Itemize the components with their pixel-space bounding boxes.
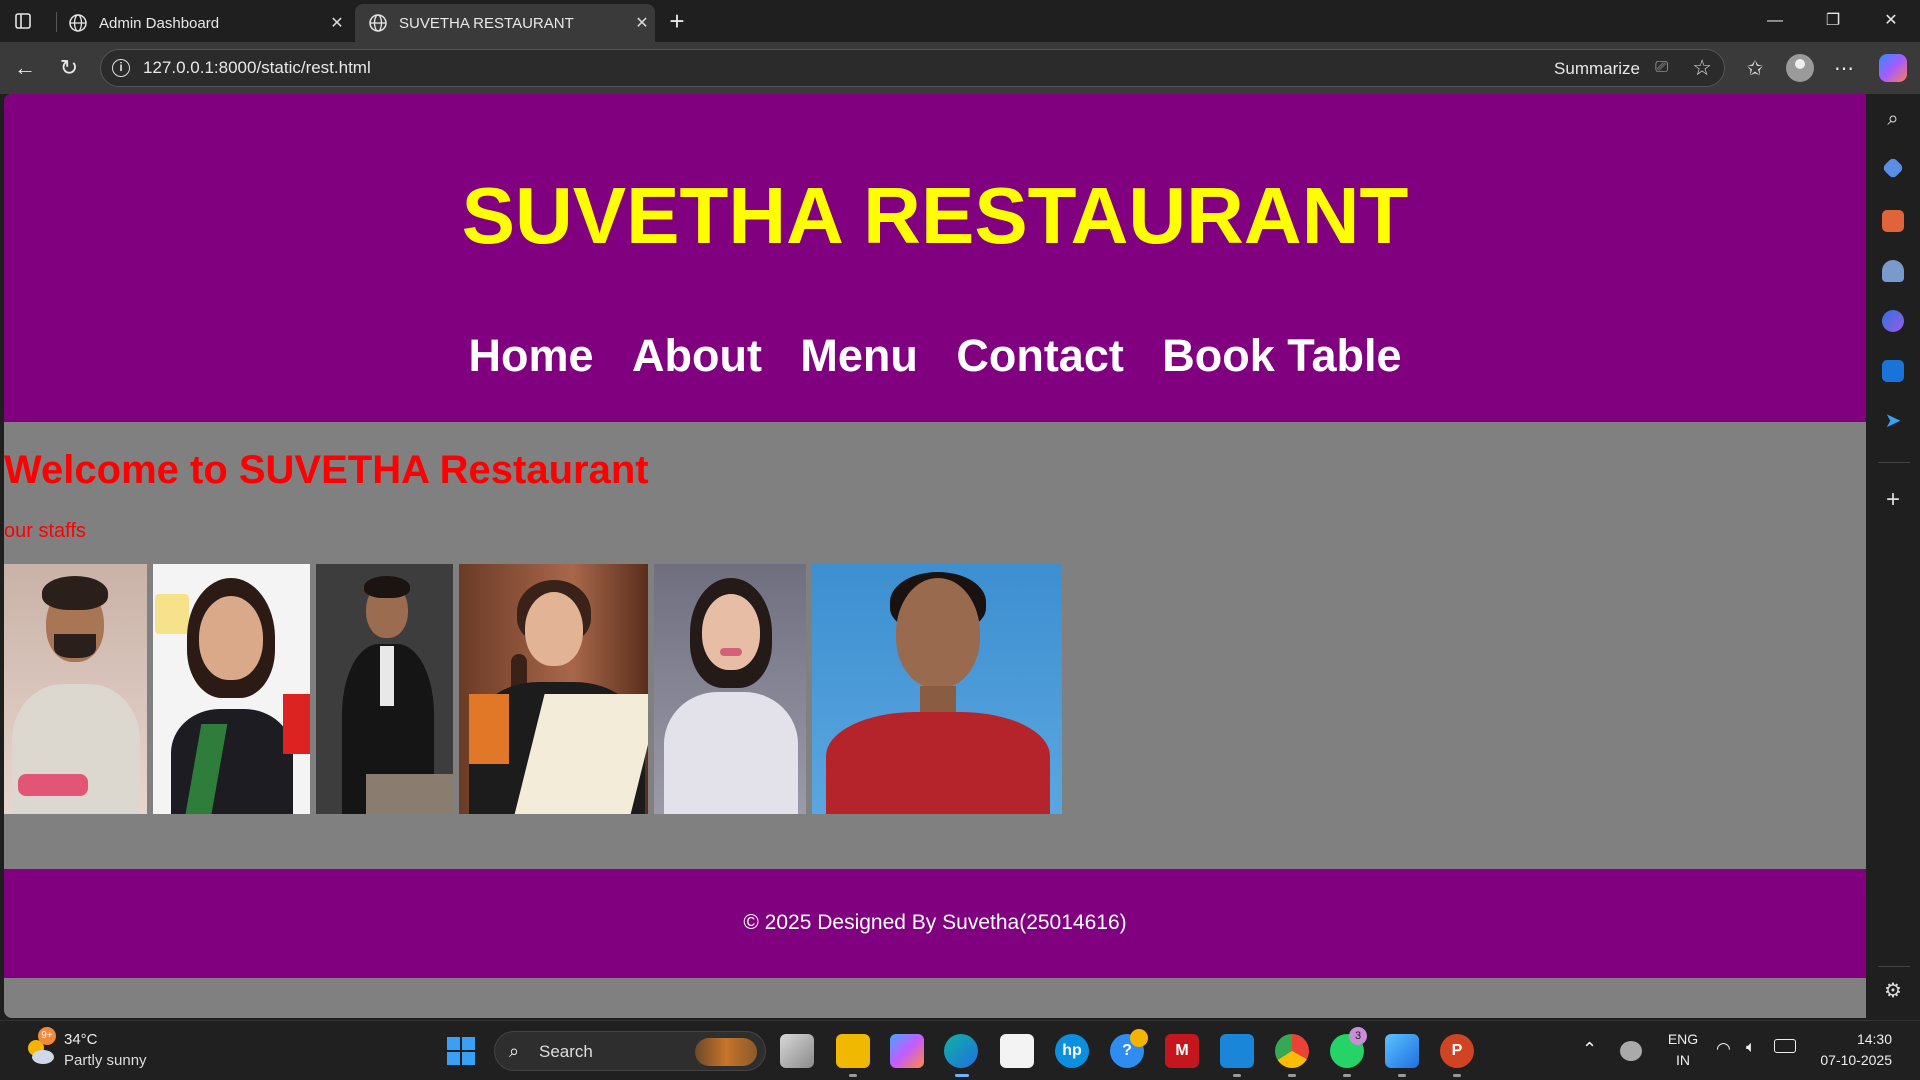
minimize-icon[interactable]: — bbox=[1752, 6, 1798, 36]
search-icon[interactable]: ⌕ bbox=[1882, 108, 1904, 130]
windows-start-icon[interactable] bbox=[447, 1037, 475, 1065]
footer-copyright: © 2025 Designed By Suvetha(25014616) bbox=[743, 911, 1127, 934]
staff-photo bbox=[812, 564, 1062, 814]
weather-description[interactable]: Partly sunny bbox=[64, 1052, 147, 1069]
chrome-icon[interactable] bbox=[1275, 1034, 1309, 1068]
sidebar-divider bbox=[1878, 966, 1910, 967]
tools-briefcase-icon[interactable] bbox=[1882, 210, 1904, 232]
weather-badge: 9+ bbox=[38, 1027, 56, 1045]
staff-photo bbox=[654, 564, 806, 814]
nav-book-table[interactable]: Book Table bbox=[1162, 330, 1401, 381]
taskbar-search[interactable]: ⌕ Search bbox=[494, 1031, 766, 1071]
profile-avatar[interactable] bbox=[1786, 54, 1814, 82]
running-indicator bbox=[1398, 1074, 1406, 1077]
nav-home[interactable]: Home bbox=[469, 330, 594, 381]
favorites-icon[interactable]: ✩ bbox=[1740, 54, 1770, 84]
back-icon[interactable]: ← bbox=[10, 53, 40, 83]
photos-icon[interactable] bbox=[1385, 1034, 1419, 1068]
running-indicator bbox=[849, 1074, 857, 1077]
running-indicator bbox=[1453, 1074, 1461, 1077]
tab-admin-dashboard[interactable]: Admin Dashboard ✕ bbox=[55, 4, 350, 42]
weather-temperature[interactable]: 34°C bbox=[64, 1031, 98, 1048]
volume-icon[interactable]: 🔈︎ bbox=[1746, 1039, 1756, 1057]
site-header: SUVETHA RESTAURANT Home About Menu Conta… bbox=[4, 94, 1866, 422]
shopping-tag-icon[interactable] bbox=[1881, 156, 1905, 180]
welcome-heading: Welcome to SUVETHA Restaurant bbox=[4, 448, 649, 492]
info-icon[interactable]: i bbox=[112, 59, 130, 77]
language-indicator[interactable]: ENG bbox=[1666, 1031, 1700, 1047]
edge-sidebar: ⌕ ➤ + ⚙ bbox=[1866, 94, 1920, 1018]
page-viewport: SUVETHA RESTAURANT Home About Menu Conta… bbox=[4, 94, 1866, 1018]
running-indicator bbox=[1288, 1074, 1296, 1077]
onedrive-icon[interactable] bbox=[1620, 1041, 1642, 1061]
summarize-button[interactable]: Summarize bbox=[1554, 59, 1640, 79]
browser-toolbar: ← ↻ i 127.0.0.1:8000/static/rest.html Su… bbox=[0, 42, 1920, 94]
add-app-icon[interactable]: + bbox=[1880, 486, 1906, 514]
powerpoint-icon[interactable]: P bbox=[1440, 1034, 1474, 1068]
hp-icon[interactable]: hp bbox=[1055, 1034, 1089, 1068]
wifi-icon[interactable]: ◠ bbox=[1716, 1039, 1731, 1059]
whatsapp-badge: 3 bbox=[1349, 1027, 1367, 1045]
outlook-icon[interactable] bbox=[1882, 360, 1904, 382]
url-text[interactable]: 127.0.0.1:8000/static/rest.html bbox=[143, 58, 371, 78]
restore-icon[interactable]: ❐ bbox=[1810, 6, 1856, 36]
chevron-up-icon[interactable]: ⌃ bbox=[1582, 1039, 1597, 1060]
more-options-icon[interactable]: ⋯ bbox=[1829, 54, 1859, 84]
close-tab-icon[interactable]: ✕ bbox=[324, 13, 350, 33]
staff-photo bbox=[459, 564, 648, 814]
staff-photo bbox=[4, 564, 147, 814]
staffs-label: our staffs bbox=[4, 520, 86, 542]
file-explorer-icon[interactable] bbox=[836, 1034, 870, 1068]
tab-title: Admin Dashboard bbox=[99, 14, 220, 32]
refresh-icon[interactable]: ↻ bbox=[54, 53, 84, 83]
staff-photo bbox=[153, 564, 310, 814]
settings-gear-icon[interactable]: ⚙ bbox=[1880, 978, 1906, 1003]
address-bar[interactable]: i 127.0.0.1:8000/static/rest.html Summar… bbox=[100, 49, 1725, 87]
new-tab-button[interactable]: + bbox=[662, 6, 692, 36]
edge-icon[interactable] bbox=[944, 1034, 978, 1068]
copilot-app-icon[interactable] bbox=[890, 1034, 924, 1068]
globe-icon bbox=[367, 12, 389, 34]
close-tab-icon[interactable]: ✕ bbox=[629, 13, 655, 33]
site-title: SUVETHA RESTAURANT bbox=[461, 171, 1409, 260]
copilot-icon[interactable] bbox=[1879, 54, 1907, 82]
battery-icon[interactable] bbox=[1774, 1039, 1796, 1053]
microsoft-store-icon[interactable] bbox=[1000, 1034, 1034, 1068]
clock-time[interactable]: 14:30 bbox=[1812, 1031, 1892, 1047]
close-window-icon[interactable]: ✕ bbox=[1868, 6, 1914, 36]
nav-about[interactable]: About bbox=[632, 330, 762, 381]
search-placeholder: Search bbox=[539, 1042, 593, 1061]
tab-strip: Admin Dashboard ✕ SUVETHA RESTAURANT ✕ +… bbox=[0, 0, 1920, 42]
search-icon: ⌕ bbox=[509, 1041, 520, 1061]
help-badge-dot bbox=[1130, 1029, 1148, 1047]
games-icon[interactable] bbox=[1882, 260, 1904, 282]
running-indicator bbox=[1233, 1074, 1241, 1077]
summarize-icon[interactable]: ⎚ bbox=[1655, 59, 1668, 77]
staff-photos bbox=[4, 564, 1068, 814]
mcafee-icon[interactable]: M bbox=[1165, 1034, 1199, 1068]
task-view-icon[interactable] bbox=[780, 1034, 814, 1068]
search-highlight-image bbox=[695, 1038, 757, 1066]
site-footer: © 2025 Designed By Suvetha(25014616) bbox=[4, 869, 1866, 978]
active-indicator bbox=[955, 1074, 969, 1077]
copilot-sidebar-icon[interactable] bbox=[1882, 310, 1904, 332]
nav-menu[interactable]: Menu bbox=[800, 330, 918, 381]
site-nav: Home About Menu Contact Book Table bbox=[4, 330, 1866, 382]
send-icon[interactable]: ➤ bbox=[1882, 410, 1904, 432]
region-indicator[interactable]: IN bbox=[1666, 1052, 1700, 1068]
running-indicator bbox=[1343, 1074, 1351, 1077]
globe-icon bbox=[67, 12, 89, 34]
sidebar-divider bbox=[1878, 462, 1910, 463]
tab-title: SUVETHA RESTAURANT bbox=[399, 14, 574, 32]
tab-actions-icon[interactable] bbox=[12, 10, 34, 32]
vscode-icon[interactable] bbox=[1220, 1034, 1254, 1068]
tab-suvetha-restaurant[interactable]: SUVETHA RESTAURANT ✕ bbox=[355, 4, 655, 42]
favorite-star-icon[interactable]: ☆ bbox=[1692, 55, 1712, 81]
nav-contact[interactable]: Contact bbox=[956, 330, 1124, 381]
clock-date[interactable]: 07-10-2025 bbox=[1812, 1052, 1892, 1068]
windows-taskbar: 9+ 34°C Partly sunny ⌕ Search hp ? M 3 P… bbox=[0, 1020, 1920, 1080]
staff-photo bbox=[316, 564, 453, 814]
